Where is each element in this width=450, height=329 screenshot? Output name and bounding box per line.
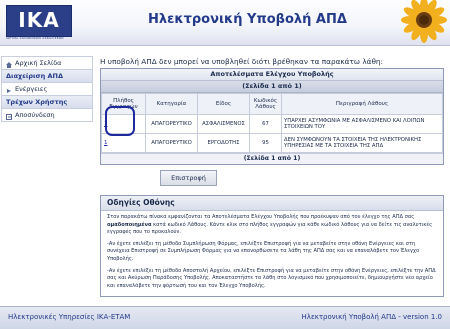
sidebar-item-label: Αρχική Σελίδα <box>15 59 62 67</box>
column-header: Είδος <box>197 93 250 115</box>
description-cell: ΔΕΝ ΣΥΜΦΩΝΟΥΝ ΤΑ ΣΤΟΙΧΕΙΑ ΤΗΣ ΗΛΕΚΤΡΟΝΙΚ… <box>281 133 443 153</box>
sidebar-item-actions[interactable]: Ενέργειες <box>1 83 93 96</box>
back-button[interactable]: Επιστροφή <box>160 170 217 186</box>
sidebar: Αρχική Σελίδα Διαχείριση ΑΠΔ Ενέργειες Τ… <box>1 56 93 122</box>
sidebar-section-user: Τρέχων Χρήστης <box>1 96 93 109</box>
error-code-cell: 95 <box>249 133 282 153</box>
record-count-link[interactable]: 1 <box>104 140 108 146</box>
help-text: κατά κωδικό Λάθους. Κάντε κλικ στο πλήθο… <box>107 221 433 236</box>
results-title: Αποτελέσματα Ελέγχου Υποβολής <box>101 69 443 81</box>
type-cell: ΑΣΦΑΛΙΣΜΕΝΟΣ <box>197 114 250 134</box>
page-header: ΙΚΑ ΙΔΡΥΜΑ ΚΟΙΝΩΝΙΚΩΝ ΑΣΦΑΛΙΣΕΩΝ Ηλεκτρο… <box>0 0 450 46</box>
sidebar-item-label: Αποσύνδεση <box>15 111 55 119</box>
category-cell: ΑΠΑΓΟΡΕΥΤΙΚΟ <box>145 114 198 134</box>
selection-highlight <box>105 106 135 136</box>
help-panel: Οδηγίες Οθόνης Στον παρακάτω πίνακα εμφα… <box>100 195 444 297</box>
logo-subtext: ΙΔΡΥΜΑ ΚΟΙΝΩΝΙΚΩΝ ΑΣΦΑΛΙΣΕΩΝ <box>6 36 64 40</box>
error-code-cell: 67 <box>249 114 282 134</box>
table-row: 1 ΑΠΑΓΟΡΕΥΤΙΚΟ ΕΡΓΟΔΟΤΗΣ 95 ΔΕΝ ΣΥΜΦΩΝΟΥ… <box>101 133 443 153</box>
sidebar-item-home[interactable]: Αρχική Σελίδα <box>1 56 93 70</box>
arrow-right-icon <box>6 86 12 93</box>
help-emphasis: ομαδοποιημένα <box>107 221 152 228</box>
results-table: Πλήθος Εγγραφών Κατηγορία Είδος Κωδικός … <box>101 93 443 153</box>
help-paragraph: -Αν έχετε επιλέξει τη μέθοδο Συμπλήρωση … <box>107 240 420 262</box>
record-count-cell: 1 <box>101 133 146 153</box>
sidebar-item-logout[interactable]: Αποσύνδεση <box>1 109 93 122</box>
logout-icon <box>6 112 12 120</box>
sidebar-section-apd: Διαχείριση ΑΠΔ <box>1 70 93 83</box>
footer-left-text: Ηλεκτρονικές Υπηρεσίες ΙΚΑ-ΕΤΑΜ <box>8 313 131 321</box>
type-cell: ΕΡΓΟΔΟΤΗΣ <box>197 133 250 153</box>
table-header-row: Πλήθος Εγγραφών Κατηγορία Είδος Κωδικός … <box>101 93 443 115</box>
record-count-cell: 1 <box>101 106 146 136</box>
column-header: Κατηγορία <box>145 93 198 115</box>
pager-bottom: (Σελίδα 1 από 1) <box>101 153 443 164</box>
description-cell: ΥΠΑΡΧΕΙ ΑΣΥΜΦΩΝΙΑ ΜΕ ΑΣΦΑΛΙΣΜΕΝΟ ΚΑΙ ΛΟΙ… <box>281 114 443 134</box>
sunflower-icon <box>401 0 447 43</box>
app-title: Ηλεκτρονική Υποβολή ΑΠΔ <box>148 12 347 27</box>
help-paragraph: -Αν έχετε επιλέξει τη μέθοδο Αποστολή Αρ… <box>107 267 436 289</box>
sidebar-item-label: Ενέργειες <box>15 85 48 93</box>
category-cell: ΑΠΑΓΟΡΕΥΤΙΚΟ <box>145 133 198 153</box>
pager-top: (Σελίδα 1 από 1) <box>101 81 443 93</box>
help-title: Οδηγίες Οθόνης <box>101 196 443 211</box>
home-icon <box>6 60 12 68</box>
results-panel: Αποτελέσματα Ελέγχου Υποβολής (Σελίδα 1 … <box>100 68 444 165</box>
error-message: Η υποβολή ΑΠΔ δεν μπορεί να υποβληθεί δι… <box>100 57 383 66</box>
help-text: Στον παρακάτω πίνακα εμφανίζονται τα Απο… <box>107 214 415 220</box>
help-body: Στον παρακάτω πίνακα εμφανίζονται τα Απο… <box>101 211 443 297</box>
column-header: Κωδικός Λάθους <box>249 93 282 115</box>
ika-logo: ΙΚΑ <box>6 5 72 37</box>
footer-right-text: Ηλεκτρονική Υποβολή ΑΠΔ - version 1.0 <box>301 313 442 321</box>
page-footer: Ηλεκτρονικές Υπηρεσίες ΙΚΑ-ΕΤΑΜ Ηλεκτρον… <box>0 306 450 329</box>
column-header: Περιγραφή Λάθους <box>281 93 443 115</box>
table-row: 1 ΑΠΑΓΟΡΕΥΤΙΚΟ ΑΣΦΑΛΙΣΜΕΝΟΣ 67 ΥΠΑΡΧΕΙ Α… <box>101 106 443 136</box>
help-paragraph: Στον παρακάτω πίνακα εμφανίζονται τα Απο… <box>107 214 437 237</box>
